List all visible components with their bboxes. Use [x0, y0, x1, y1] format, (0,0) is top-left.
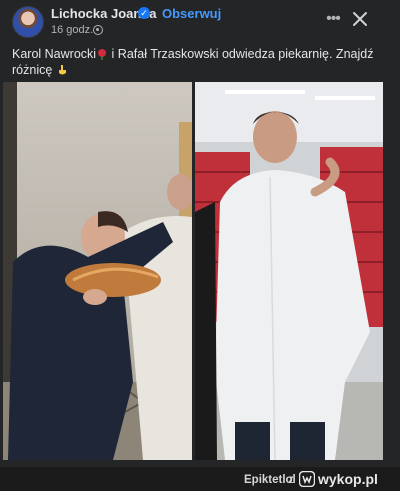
- close-icon[interactable]: [350, 8, 370, 30]
- post-caption: Karol Nawrocki i Rafał Trzaskowski odwie…: [12, 46, 392, 78]
- follow-button[interactable]: Obserwuj: [162, 6, 221, 21]
- separator-dot: ·: [86, 23, 90, 35]
- separator-dot: ·: [153, 6, 158, 21]
- bakery-photo-left[interactable]: [3, 82, 192, 460]
- more-options-icon[interactable]: •••: [323, 9, 343, 29]
- bakery-photo-right[interactable]: [195, 82, 383, 460]
- pointing-down-icon: [58, 65, 66, 75]
- facebook-post-card: Lichocka Joanna ✓ · Obserwuj 16 godz. · …: [0, 0, 400, 467]
- author-avatar[interactable]: [12, 6, 44, 38]
- globe-icon: [93, 25, 103, 35]
- wykop-brand[interactable]: wykop.pl: [318, 471, 378, 487]
- verified-badge-icon: ✓: [138, 7, 150, 19]
- post-header: Lichocka Joanna ✓ · Obserwuj 16 godz. · …: [0, 0, 400, 42]
- rose-icon: [98, 49, 107, 60]
- wykop-logo-icon: [299, 471, 315, 487]
- caption-text-part1: Karol Nawrocki: [12, 47, 97, 61]
- footer-conjunction: z: [288, 474, 294, 486]
